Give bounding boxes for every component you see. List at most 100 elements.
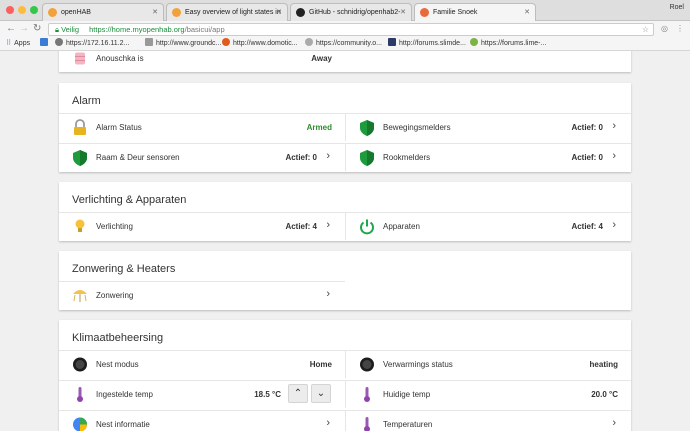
section-title: Verlichting & Apparaten [72,194,187,206]
row-label: Huidige temp [383,390,431,399]
row-label: Verlichting [96,222,133,231]
bookmark-star-icon[interactable]: ☆ [642,24,649,35]
openhab-favicon-icon [172,8,181,17]
section-title: Klimaatbeheersing [72,332,164,344]
row-value: heating [589,360,618,369]
nest-modus-row[interactable]: Nest modus Home [59,350,345,378]
huidige-temp-row: Huidige temp 20.0 °C [345,380,631,408]
bookmark-label: https://community.o... [316,40,383,47]
row-label: Bewegingsmelders [383,123,451,132]
bookmark-label: https://172.16.11.2... [66,40,130,47]
github-favicon-icon [296,8,305,17]
tab-title: Easy overview of light states in [185,9,281,16]
bookmark-label: http://forums.slimde... [399,40,466,47]
apparaten-row[interactable]: Apparaten Actief: 4 › [345,212,631,240]
rookmelders-row[interactable]: Rookmelders Actief: 0 › [345,143,631,171]
row-label: Rookmelders [383,153,431,162]
bookmark-apps[interactable]: ⠿ Apps [6,38,30,50]
close-window-button[interactable] [6,6,14,14]
verlichting-card: Verlichting & Apparaten Verlichting Acti… [59,182,631,241]
row-value: Actief: 0 [285,153,317,162]
nest-informatie-row[interactable]: Nest informatie › [59,410,345,431]
thermometer-icon [364,417,370,431]
bookmark-item[interactable] [40,38,51,50]
alarm-status-row[interactable]: Alarm Status Armed [59,113,345,141]
ingestelde-temp-row: Ingestelde temp 18.5 °C ⌃ ⌄ [59,380,345,408]
page-favicon-icon [222,38,230,46]
row-value: Actief: 4 [571,222,603,231]
profile-name[interactable]: Roel [670,4,684,11]
presence-card: Anouschka is Away [59,51,631,72]
klimaat-card: Klimaatbeheersing Nest modus Home Verwar… [59,320,631,431]
secure-label: Veilig [61,25,80,34]
increase-temp-button[interactable]: ⌃ [288,384,308,403]
address-bar-row: ← → ↻ 🔒︎ Veilig https://home.myopenhab.o… [0,21,690,38]
chevron-right-icon: › [326,417,330,429]
page-favicon-icon [388,38,396,46]
extension-icon[interactable]: ◎ [661,24,668,33]
chevron-right-icon: › [612,150,616,162]
tab-title: Familie Snoek [433,9,478,16]
row-label: Temperaturen [383,420,433,429]
url-path: /basicui/app [184,25,225,34]
reload-icon[interactable]: ↻ [33,23,41,34]
tab-github[interactable]: GitHub - schnidrig/openhab2- ✕ [290,3,412,21]
bookmark-item[interactable]: https://community.o... [305,38,382,50]
power-icon [360,219,374,235]
pie-chart-icon [73,417,87,431]
bookmark-item[interactable]: http://forums.slimde... [388,38,466,50]
anouschka-row[interactable]: Anouschka is Away [59,51,631,72]
verlichting-row[interactable]: Verlichting Actief: 4 › [59,212,345,240]
maximize-window-button[interactable] [30,6,38,14]
bookmark-item[interactable]: https://172.16.11.2... [55,38,129,50]
alarm-card: Alarm Alarm Status Armed Bewegingsmelder… [59,83,631,172]
row-value: 20.0 °C [591,390,618,399]
thermometer-icon [77,387,83,402]
bookmark-item[interactable]: http://www.domotic... [222,38,298,50]
page-content: Anouschka is Away Alarm Alarm Status Arm… [0,51,690,431]
zonwering-card: Zonwering & Heaters Zonwering › [59,251,631,310]
shield-icon [73,150,87,166]
bookmark-label: http://www.domotic... [233,40,298,47]
chevron-right-icon: › [326,219,330,231]
row-value: Actief: 0 [571,123,603,132]
page-favicon-icon [55,38,63,46]
close-tab-icon[interactable]: ✕ [524,4,530,21]
tab-openhab[interactable]: openHAB ✕ [42,3,164,21]
address-input[interactable]: 🔒︎ Veilig https://home.myopenhab.org/bas… [48,23,654,36]
shield-icon [360,150,374,166]
lock-icon: 🔒︎ [55,25,59,34]
back-arrow-icon[interactable]: ← [6,23,16,34]
bookmark-label: https://forums.lime-... [481,40,547,47]
setpoint-value: 18.5 °C [254,390,281,399]
temperaturen-row[interactable]: Temperaturen › [345,410,631,431]
forward-arrow-icon[interactable]: → [19,23,29,34]
bookmark-item[interactable]: http://www.groundc... [145,38,221,50]
raam-deur-row[interactable]: Raam & Deur sensoren Actief: 0 › [59,143,345,171]
row-label: Anouschka is [96,54,144,63]
nest-thermostat-icon [73,357,87,372]
close-tab-icon[interactable]: ✕ [152,4,158,21]
close-tab-icon[interactable]: ✕ [400,4,406,21]
chevron-right-icon: › [612,120,616,132]
verwarmings-status-row[interactable]: Verwarmings status heating [345,350,631,378]
row-label: Ingestelde temp [96,390,153,399]
close-tab-icon[interactable]: ✕ [276,4,282,21]
bookmark-label: Apps [14,40,31,47]
bewegingsmelders-row[interactable]: Bewegingsmelders Actief: 0 › [345,113,631,141]
status-value: Armed [306,123,332,132]
tab-title: GitHub - schnidrig/openhab2- [309,9,401,16]
minimize-window-button[interactable] [18,6,26,14]
row-label: Zonwering [96,291,134,300]
menu-dots-icon[interactable]: ⋮ [676,24,684,33]
lightbulb-icon [75,219,85,232]
page-favicon-icon [40,38,48,46]
shield-icon [360,120,374,136]
decrease-temp-button[interactable]: ⌄ [311,384,331,403]
tab-familie-snoek[interactable]: Familie Snoek ✕ [414,3,536,22]
row-value: Actief: 0 [571,153,603,162]
zonwering-row[interactable]: Zonwering › [59,281,345,309]
tab-easy-overview[interactable]: Easy overview of light states in ✕ [166,3,288,21]
row-label: Alarm Status [96,123,142,132]
bookmark-item[interactable]: https://forums.lime-... [470,38,546,50]
